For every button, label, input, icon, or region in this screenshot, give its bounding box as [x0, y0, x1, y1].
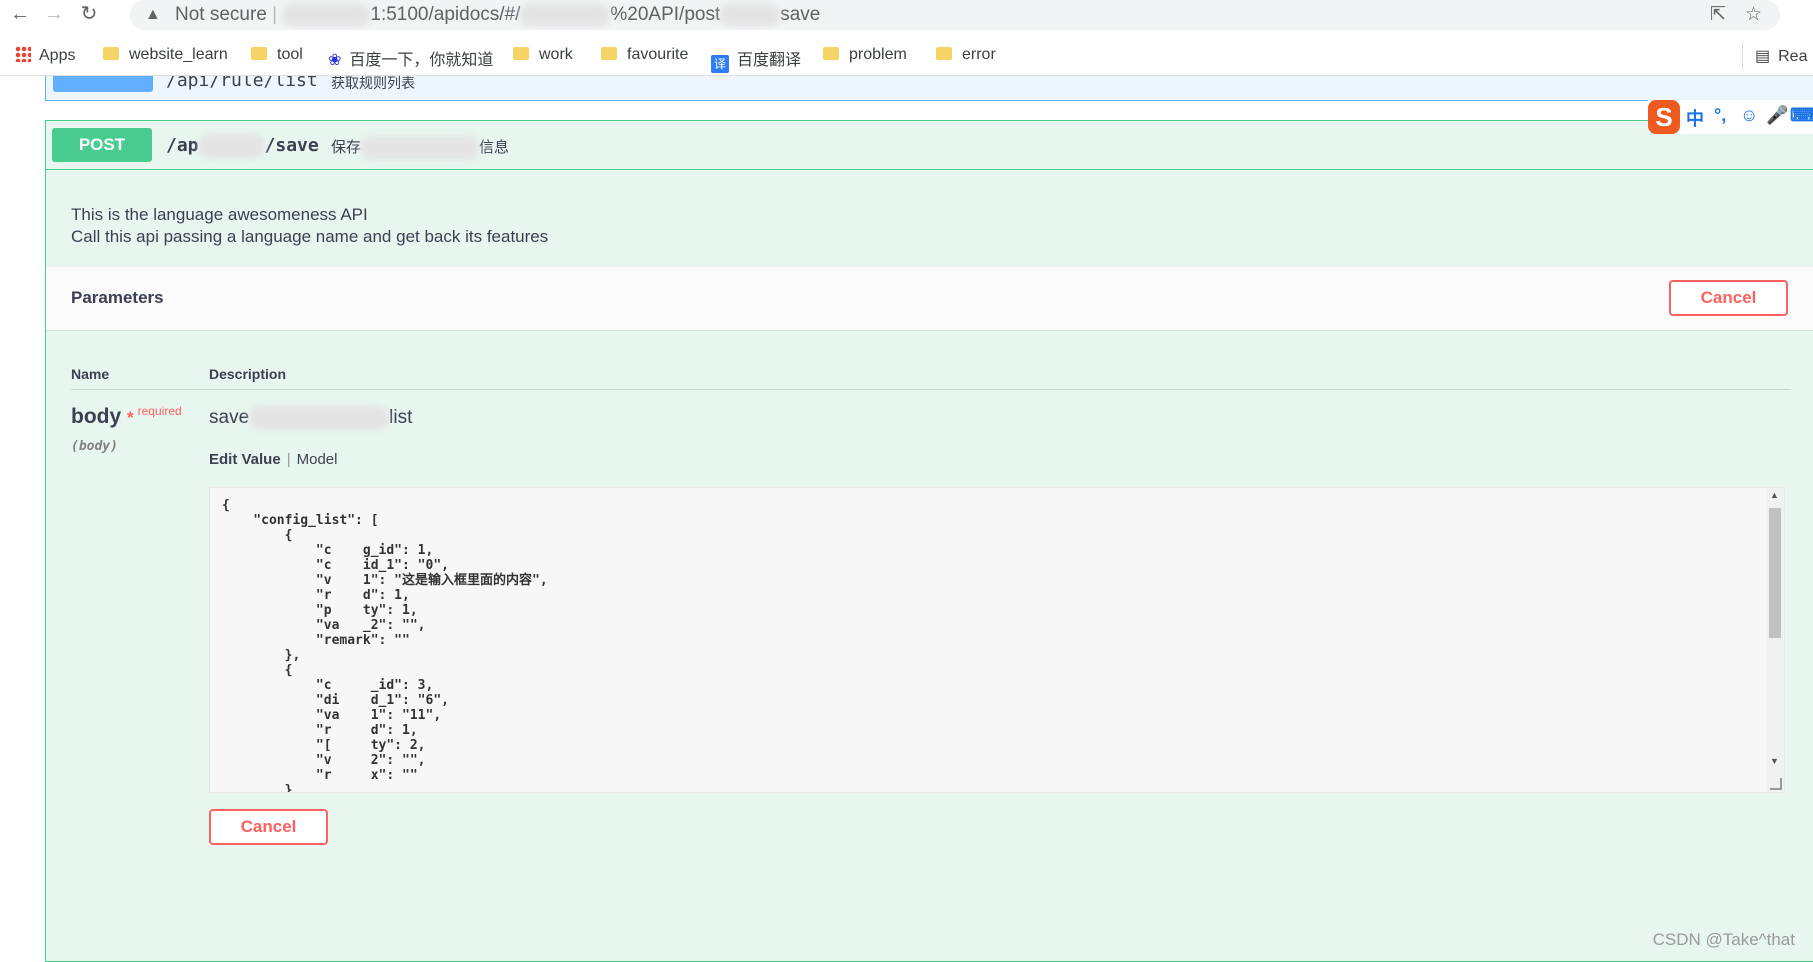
translate-icon: 译: [711, 55, 729, 73]
header-divider: [71, 389, 1791, 390]
operation-description: This is the language awesomeness API Cal…: [71, 204, 548, 248]
get-path: /api/rule/list: [166, 76, 318, 91]
share-icon[interactable]: ⇱: [1710, 3, 1726, 26]
required-star: *: [127, 408, 134, 427]
bookmark-tool[interactable]: tool: [251, 46, 303, 64]
resize-handle[interactable]: [1770, 778, 1782, 790]
description-line-2: Call this api passing a language name an…: [71, 227, 549, 246]
folder-icon: [513, 47, 529, 60]
folder-icon: [823, 47, 839, 60]
post-endpoint-block: POST /ap/save 保存 信息 This is the language …: [45, 120, 1813, 962]
get-summary: 获取规则列表: [331, 76, 415, 91]
body-textarea[interactable]: { "config_list": [ { "c g_id": 1, "c id_…: [209, 487, 1785, 793]
folder-icon: [936, 47, 952, 60]
reading-list-icon: ▤: [1755, 48, 1771, 65]
warning-triangle-icon: ▲: [145, 6, 161, 23]
folder-icon: [601, 47, 617, 60]
tab-edit-value[interactable]: Edit Value: [209, 451, 281, 468]
get-method-badge: [53, 76, 153, 92]
keyboard-icon[interactable]: ⌨: [1790, 105, 1813, 126]
folder-icon: [103, 47, 119, 60]
bookmark-problem[interactable]: problem: [823, 46, 907, 64]
baidu-icon: ❀: [328, 52, 342, 69]
url-suffix: save: [780, 4, 821, 26]
parameter-in: (body): [71, 439, 118, 454]
parameters-header: Parameters Cancel: [46, 267, 1813, 331]
bookmark-favourite[interactable]: favourite: [601, 46, 688, 64]
scroll-down-arrow-icon[interactable]: ▼: [1770, 756, 1779, 766]
scroll-thumb[interactable]: [1769, 508, 1781, 638]
parameters-title: Parameters: [71, 288, 164, 307]
url-text[interactable]: Not secure | 1:5100/apidocs/#/%20API/pos…: [175, 4, 820, 26]
bookmark-website-learn[interactable]: website_learn: [103, 46, 228, 64]
reload-icon[interactable]: ↻: [77, 2, 101, 26]
bookmark-apps[interactable]: Apps: [15, 46, 75, 65]
punctuation-icon[interactable]: °,: [1714, 105, 1726, 126]
cancel-button[interactable]: Cancel: [1669, 280, 1788, 316]
url-prefix: 1:5100/apidocs/#/: [370, 4, 521, 26]
microphone-icon[interactable]: 🎤: [1766, 105, 1788, 126]
value-tabs: Edit Value | Model: [209, 451, 338, 468]
textarea-scrollbar[interactable]: ▲ ▼: [1766, 488, 1784, 792]
back-arrow-icon[interactable]: ←: [8, 2, 32, 26]
operation-path: /ap/save: [166, 134, 319, 158]
star-icon[interactable]: ☆: [1745, 3, 1762, 26]
folder-icon: [251, 47, 267, 60]
sogou-logo-icon[interactable]: S: [1648, 100, 1680, 134]
operation-summary-bar[interactable]: POST /ap/save 保存 信息: [46, 121, 1813, 170]
url-omnibox[interactable]: ▲ Not secure | 1:5100/apidocs/#/%20API/p…: [130, 0, 1780, 30]
cancel-bottom-button[interactable]: Cancel: [209, 809, 328, 845]
column-header-description: Description: [209, 366, 287, 382]
apps-grid-icon: [15, 46, 31, 62]
bookmarks-bar: Apps website_learn tool ❀ 百度一下，你就知道 work …: [0, 39, 1813, 76]
emoji-icon[interactable]: ☺: [1740, 105, 1758, 126]
address-bar-row: ← → ↻ ▲ Not secure | 1:5100/apidocs/#/%2…: [0, 0, 1813, 30]
parameter-description: save list: [209, 406, 413, 430]
bookmark-baidu-translate[interactable]: 译百度翻译: [711, 46, 801, 73]
required-label: required: [137, 404, 182, 418]
post-method-badge: POST: [52, 128, 152, 162]
get-endpoint-block[interactable]: /api/rule/list 获取规则列表: [45, 76, 1813, 101]
scroll-up-arrow-icon[interactable]: ▲: [1770, 490, 1779, 500]
bookmark-work[interactable]: work: [513, 46, 573, 64]
column-header-name: Name: [71, 366, 110, 382]
tab-model[interactable]: Model: [297, 451, 338, 468]
ime-language-toggle[interactable]: 中: [1686, 105, 1704, 131]
swagger-page: /api/rule/list 获取规则列表 POST /ap/save 保存 信息…: [0, 76, 1813, 962]
ime-toolbar: S 中 °, ☺ 🎤 ⌨: [1648, 100, 1813, 134]
bookmark-baidu[interactable]: ❀ 百度一下，你就知道: [328, 46, 493, 70]
watermark: CSDN @Take^that: [1652, 930, 1795, 949]
operation-summary: 保存 信息: [331, 136, 509, 161]
body-json-value[interactable]: { "config_list": [ { "c g_id": 1, "c id_…: [210, 488, 1784, 792]
forward-arrow-icon[interactable]: →: [42, 2, 66, 26]
security-label: Not secure: [175, 4, 267, 26]
parameter-name: body * required: [71, 404, 182, 428]
bookmark-error[interactable]: error: [936, 46, 996, 64]
url-middle: %20API/post: [610, 4, 721, 26]
reading-list[interactable]: ▤ Rea: [1755, 46, 1807, 66]
description-line-1: This is the language awesomeness API: [71, 205, 368, 224]
